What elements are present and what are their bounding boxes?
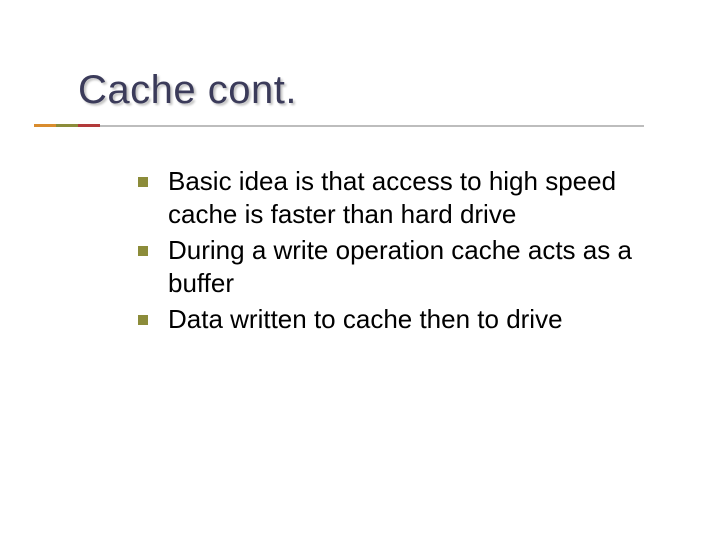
list-item-text: Data written to cache then to drive — [168, 303, 563, 336]
square-bullet-icon — [138, 246, 148, 256]
title-block: Cache cont. — [78, 68, 680, 112]
underline-segment — [100, 125, 644, 127]
list-item: During a write operation cache acts as a… — [138, 234, 680, 299]
list-item-text: During a write operation cache acts as a… — [168, 234, 680, 299]
square-bullet-icon — [138, 177, 148, 187]
bullet-list: Basic idea is that access to high speed … — [138, 165, 680, 340]
slide: Cache cont. Basic idea is that access to… — [0, 0, 720, 540]
list-item-text: Basic idea is that access to high speed … — [168, 165, 680, 230]
underline-segment — [34, 124, 56, 127]
square-bullet-icon — [138, 315, 148, 325]
underline-segment — [78, 124, 100, 127]
list-item: Data written to cache then to drive — [138, 303, 680, 336]
title-underline — [34, 124, 644, 127]
list-item: Basic idea is that access to high speed … — [138, 165, 680, 230]
underline-segment — [56, 124, 78, 127]
slide-title: Cache cont. — [78, 68, 680, 112]
